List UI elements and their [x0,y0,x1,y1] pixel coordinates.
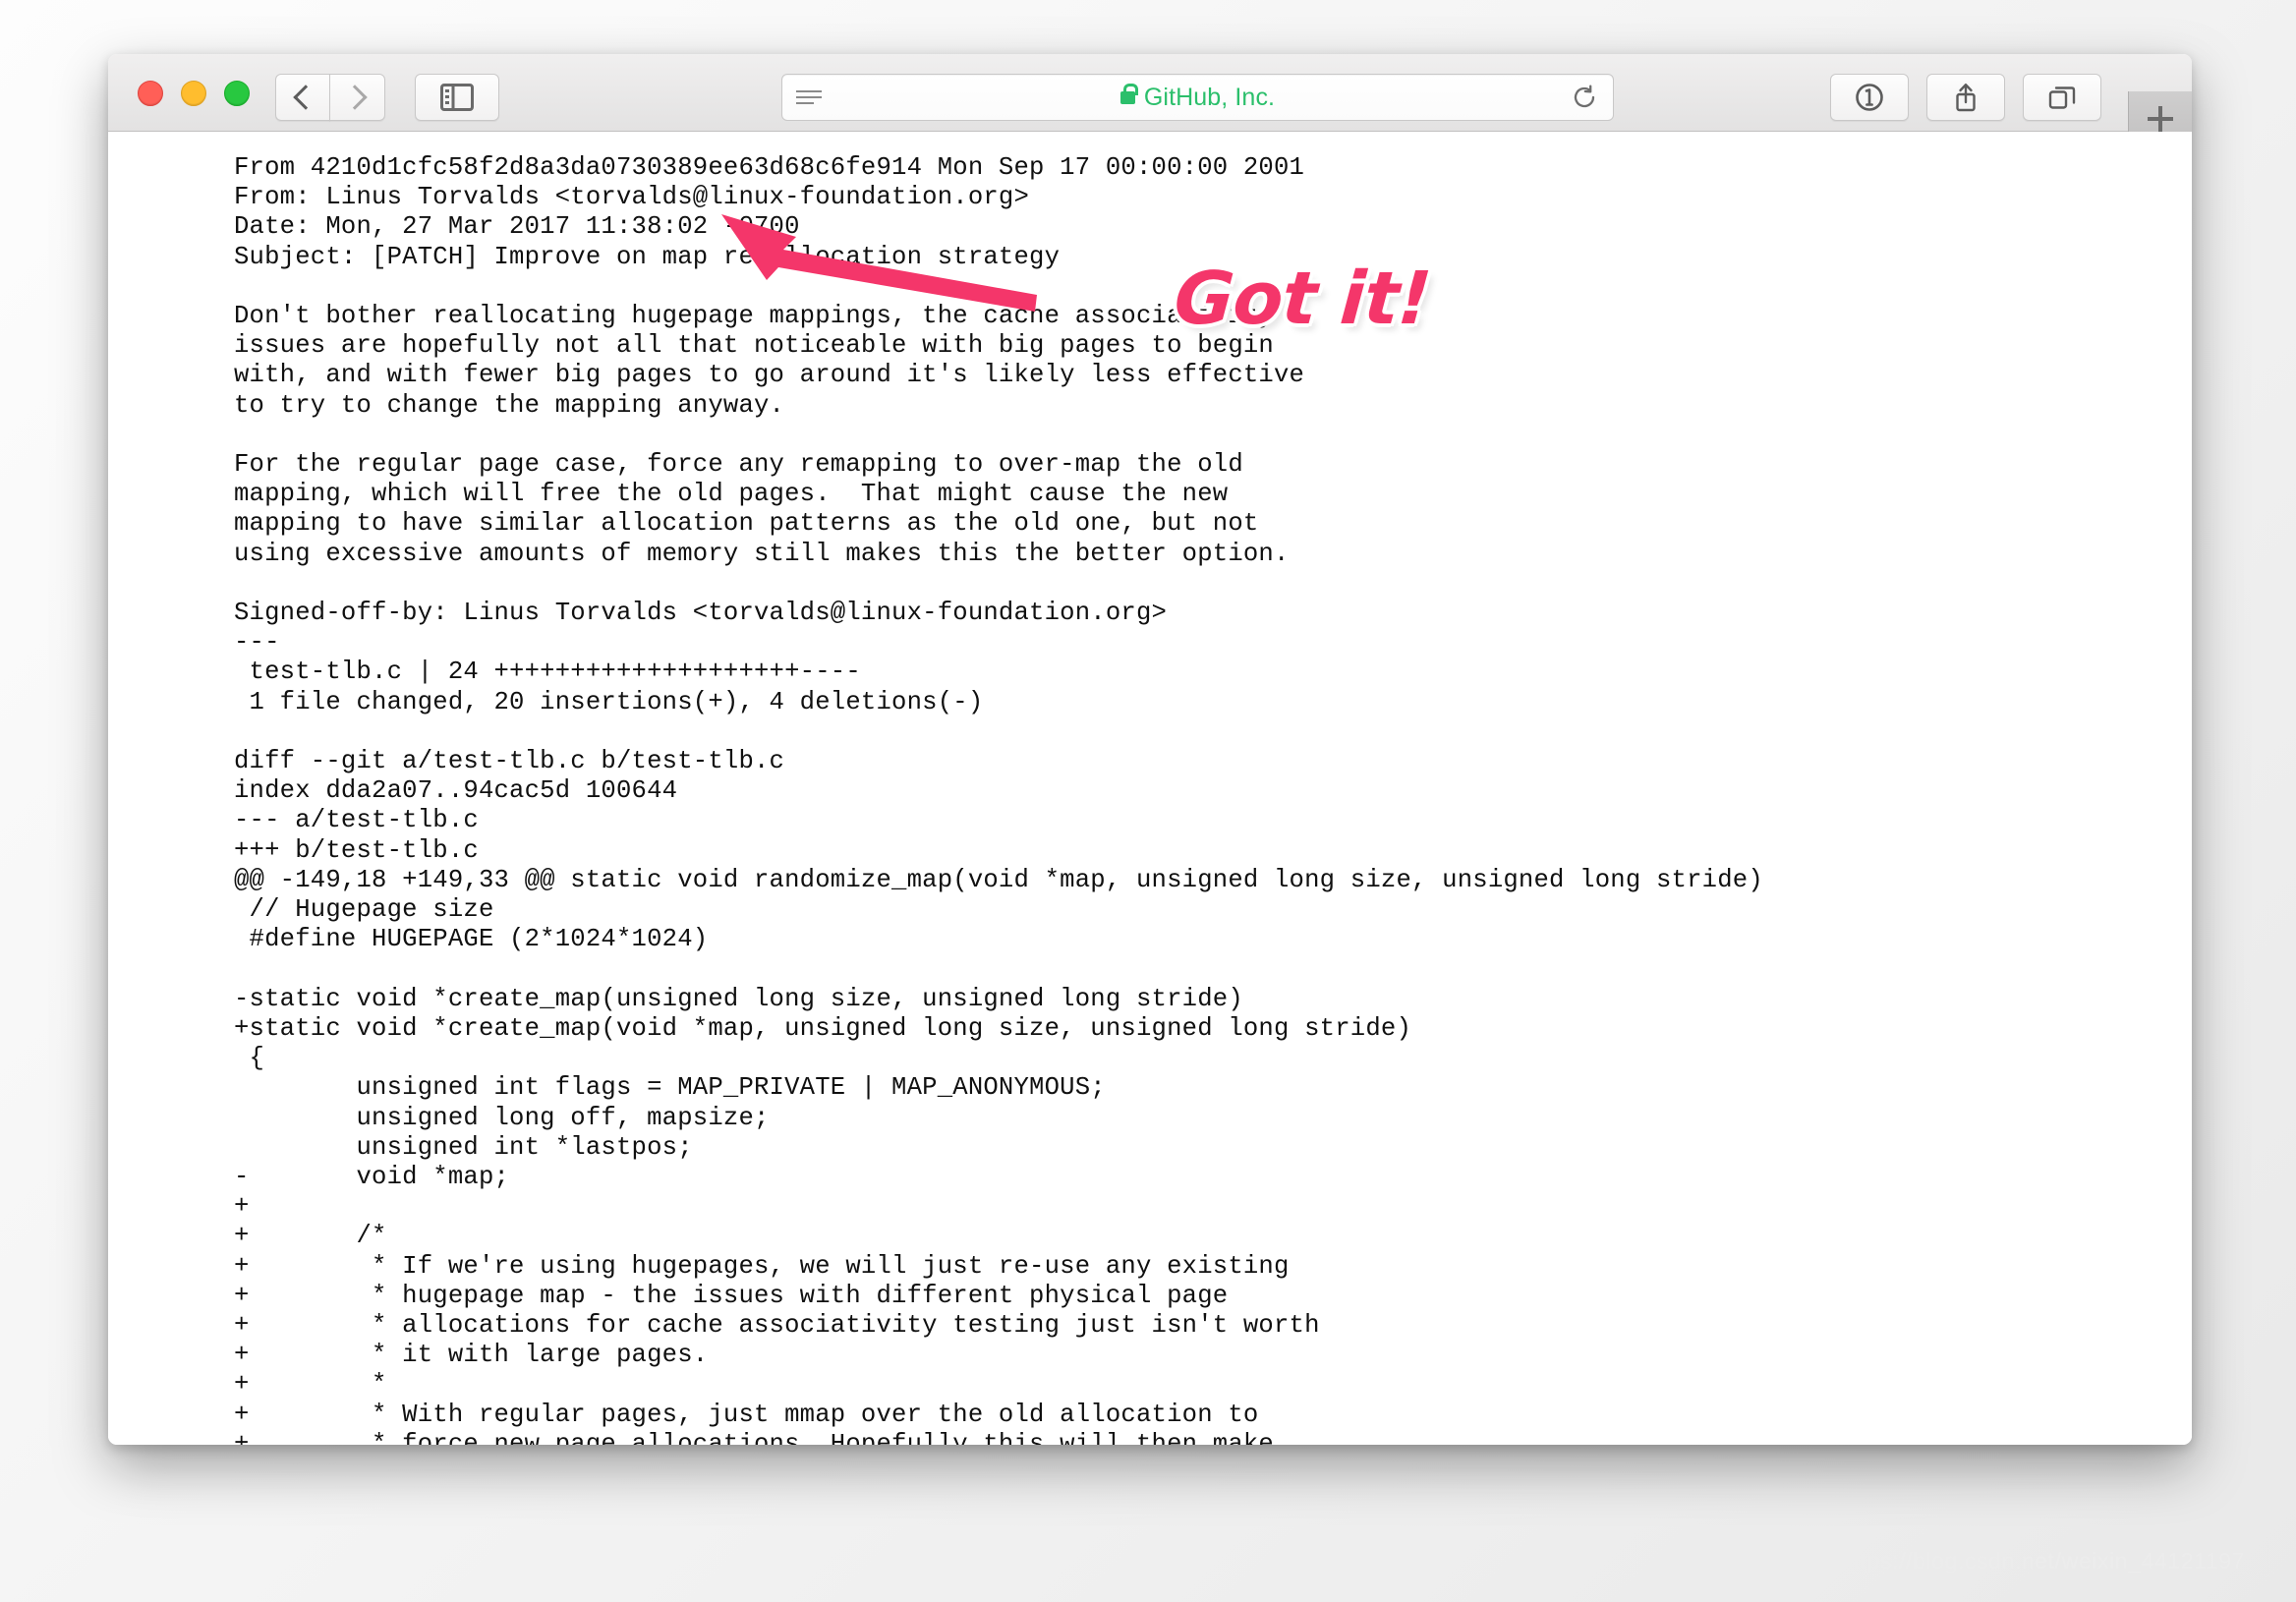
site-name-label: GitHub, Inc. [1143,83,1276,111]
chevron-left-icon [293,85,318,110]
sidebar-icon [440,84,474,111]
browser-toolbar: GitHub, Inc. [108,54,2192,146]
address-bar[interactable]: GitHub, Inc. [781,74,1614,121]
1password-button[interactable] [1830,74,1909,121]
share-button[interactable] [1926,74,2005,121]
1password-icon [1856,84,1883,111]
show-tabs-button[interactable] [2023,74,2101,121]
back-button[interactable] [275,74,330,121]
reader-view-icon[interactable] [796,90,826,104]
share-icon [1956,84,1976,112]
reload-button[interactable] [1572,85,1597,110]
site-identity: GitHub, Inc. [1119,83,1276,112]
watermark: https://blog.csdn.net/weixin_44121197 [1840,1548,2245,1573]
patch-text: From 4210d1cfc58f2d8a3da0730389ee63d68c6… [234,153,1763,1445]
screenshot-root: GitHub, Inc. From 4210d1cfc58f2d8a3da073… [0,0,2296,1602]
plus-icon [2148,106,2173,132]
sidebar-toggle-button[interactable] [415,74,499,121]
chevron-right-icon [342,85,368,110]
reload-icon [1574,85,1595,108]
toolbar-right-buttons [1830,74,2101,121]
page-content: From 4210d1cfc58f2d8a3da0730389ee63d68c6… [108,132,2192,1445]
minimize-window-button[interactable] [181,81,206,106]
forward-button[interactable] [329,74,385,121]
lock-icon [1119,83,1138,104]
window-controls [138,81,250,106]
tabs-overview-icon [2048,86,2076,109]
zoom-window-button[interactable] [224,81,250,106]
browser-window: GitHub, Inc. From 4210d1cfc58f2d8a3da073… [108,54,2192,1445]
close-window-button[interactable] [138,81,163,106]
